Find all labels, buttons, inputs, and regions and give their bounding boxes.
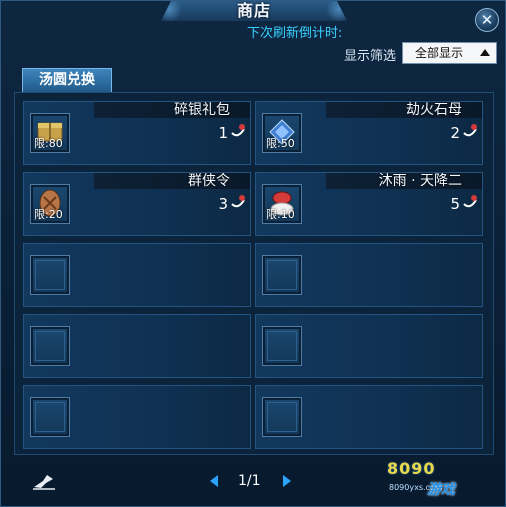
item-grid-panel: 限:80 碎银礼包 1 限:50 劫火石母 2 限:20 群侠令 3 限:10 … <box>14 92 494 455</box>
empty-item-cell <box>23 314 251 378</box>
next-page-icon[interactable] <box>283 475 291 487</box>
tangyuan-currency-icon <box>463 124 477 137</box>
item-price: 3 <box>218 195 228 213</box>
item-name: 碎银礼包 <box>174 102 230 118</box>
item-cell[interactable]: 限:80 碎银礼包 1 <box>23 101 251 165</box>
page-number: 1/1 <box>238 473 261 489</box>
item-slot[interactable]: 限:20 <box>30 184 70 224</box>
item-price: 1 <box>218 124 228 142</box>
purchase-limit: 限:10 <box>266 208 295 221</box>
filter-label: 显示筛选 <box>344 49 397 64</box>
item-price: 2 <box>450 124 460 142</box>
empty-slot <box>262 397 302 437</box>
tangyuan-currency-icon <box>231 124 245 137</box>
tangyuan-currency-icon <box>463 195 477 208</box>
filter-selected-value: 全部显示 <box>415 46 464 60</box>
item-slot[interactable]: 限:80 <box>30 113 70 153</box>
title-bar: 商店 <box>161 1 347 21</box>
empty-slot <box>30 255 70 295</box>
dropdown-arrow-icon <box>480 49 490 56</box>
item-cell[interactable]: 限:50 劫火石母 2 <box>255 101 483 165</box>
item-name: 劫火石母 <box>406 102 462 118</box>
empty-slot <box>262 326 302 366</box>
item-cell[interactable]: 限:10 沐雨 · 天降二 5 <box>255 172 483 236</box>
item-name: 群侠令 <box>188 173 230 189</box>
item-slot[interactable]: 限:10 <box>262 184 302 224</box>
empty-item-cell <box>23 243 251 307</box>
empty-slot <box>262 255 302 295</box>
item-cell[interactable]: 限:20 群侠令 3 <box>23 172 251 236</box>
empty-item-cell <box>255 314 483 378</box>
empty-item-cell <box>23 385 251 449</box>
empty-slot <box>30 397 70 437</box>
prev-page-icon[interactable] <box>210 475 218 487</box>
item-price: 5 <box>450 195 460 213</box>
shop-window: 商店 ✕ 下次刷新倒计时: 显示筛选 全部显示 汤圆兑换 限:80 碎银礼包 1… <box>0 0 506 507</box>
purchase-limit: 限:20 <box>34 208 63 221</box>
item-name: 沐雨 · 天降二 <box>378 173 462 189</box>
watermark-text: 8090 <box>387 459 436 478</box>
empty-item-cell <box>255 243 483 307</box>
empty-item-cell <box>255 385 483 449</box>
tangyuan-currency-icon <box>231 195 245 208</box>
close-button[interactable]: ✕ <box>475 8 499 32</box>
window-title: 商店 <box>236 1 271 20</box>
refresh-countdown-label: 下次刷新倒计时: <box>247 26 343 41</box>
purchase-limit: 限:80 <box>34 137 63 150</box>
purchase-limit: 限:50 <box>266 137 295 150</box>
empty-slot <box>30 326 70 366</box>
filter-dropdown[interactable]: 全部显示 <box>402 42 497 64</box>
watermark-logo: 8090 8090yxs.com 游戏 <box>383 459 501 503</box>
watermark-brand: 游戏 <box>427 482 455 498</box>
tab-tangyuan-exchange[interactable]: 汤圆兑换 <box>22 68 112 92</box>
item-slot[interactable]: 限:50 <box>262 113 302 153</box>
